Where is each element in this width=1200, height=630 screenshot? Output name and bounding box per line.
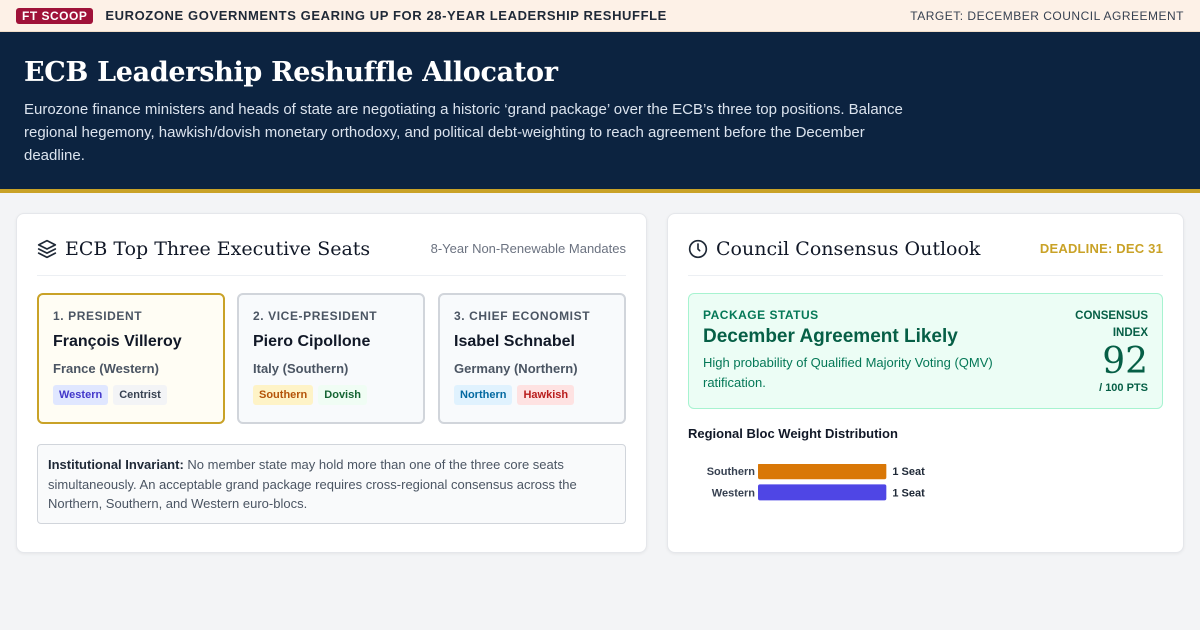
seat-holder-country: France (Western) [53, 361, 159, 376]
chart-bar-southern [758, 464, 887, 480]
seat-role: 1. PRESIDENT [53, 309, 143, 323]
hero-header: ECB Leadership Reshuffle Allocator Euroz… [0, 32, 1200, 193]
scoop-headline: EUROZONE GOVERNMENTS GEARING UP FOR 28-Y… [105, 8, 667, 23]
seat-card-vice-president[interactable]: 2. VICE-PRESIDENT Piero Cipollone Italy … [237, 293, 425, 424]
seats-panel: ECB Top Three Executive Seats 8-Year Non… [16, 213, 647, 553]
consensus-index-label: CONSENSUS INDEX [1075, 310, 1148, 339]
chart-category-label: Western [712, 487, 755, 499]
scoop-bar: FT SCOOP EUROZONE GOVERNMENTS GEARING UP… [0, 0, 1200, 32]
seat-holder-name: Isabel Schnabel [454, 333, 575, 350]
consensus-panel-title: Council Consensus Outlook [716, 238, 981, 260]
seats-panel-header: ECB Top Three Executive Seats 8-Year Non… [37, 236, 626, 276]
invariant-label: Institutional Invariant: [48, 457, 184, 472]
bloc-tag: Western [53, 385, 109, 405]
consensus-index: CONSENSUS INDEX 92 / 100 PTS [1068, 308, 1148, 394]
stance-tag: Centrist [113, 385, 167, 405]
seat-card-chief-economist[interactable]: 3. CHIEF ECONOMIST Isabel Schnabel Germa… [438, 293, 626, 424]
seat-holder-country: Italy (Southern) [253, 361, 349, 376]
scoop-target: TARGET: DECEMBER COUNCIL AGREEMENT [910, 8, 1184, 23]
chart-title: Regional Bloc Weight Distribution [688, 426, 898, 441]
seats-panel-title: ECB Top Three Executive Seats [65, 238, 371, 260]
chart-data-label: 1 Seat [892, 466, 925, 478]
consensus-panel-header: Council Consensus Outlook DEADLINE: DEC … [688, 236, 1163, 276]
institutional-invariant-note: Institutional Invariant: No member state… [37, 444, 626, 524]
bloc-tag: Northern [454, 385, 513, 405]
chart-data-label: 1 Seat [892, 487, 925, 499]
deadline-label: DEADLINE: DEC 31 [1039, 241, 1163, 256]
clock-icon [688, 239, 708, 259]
stance-tag: Dovish [318, 385, 367, 405]
package-status-box: PACKAGE STATUS December Agreement Likely… [688, 293, 1163, 409]
scoop-badge: FT SCOOP [16, 7, 94, 24]
seat-holder-name: Piero Cipollone [253, 333, 371, 350]
consensus-index-unit: / 100 PTS [1099, 382, 1148, 394]
seats-panel-subtitle: 8-Year Non-Renewable Mandates [430, 241, 626, 256]
bloc-weight-chart: Northern1 SeatSouthern1 SeatWestern1 Sea… [707, 464, 925, 501]
consensus-index-value: 92 [1102, 341, 1148, 382]
seat-role: 3. CHIEF ECONOMIST [454, 309, 591, 323]
chart-bar-western [758, 484, 887, 501]
seat-role: 2. VICE-PRESIDENT [253, 309, 378, 323]
page-title: ECB Leadership Reshuffle Allocator [24, 57, 558, 88]
seat-card-president[interactable]: 1. PRESIDENT François Villeroy France (W… [37, 293, 225, 424]
stance-tag: Hawkish [517, 385, 575, 405]
seat-holder-country: Germany (Northern) [454, 361, 578, 376]
page-description: Eurozone finance ministers and heads of … [24, 101, 903, 164]
chart-category-label: Southern [707, 466, 756, 478]
seat-holder-name: François Villeroy [53, 333, 182, 350]
layers-icon [37, 239, 57, 259]
consensus-panel: Council Consensus Outlook DEADLINE: DEC … [667, 213, 1184, 553]
bloc-tag: Southern [253, 385, 314, 405]
package-status-description: High probability of Qualified Majority V… [703, 355, 993, 390]
